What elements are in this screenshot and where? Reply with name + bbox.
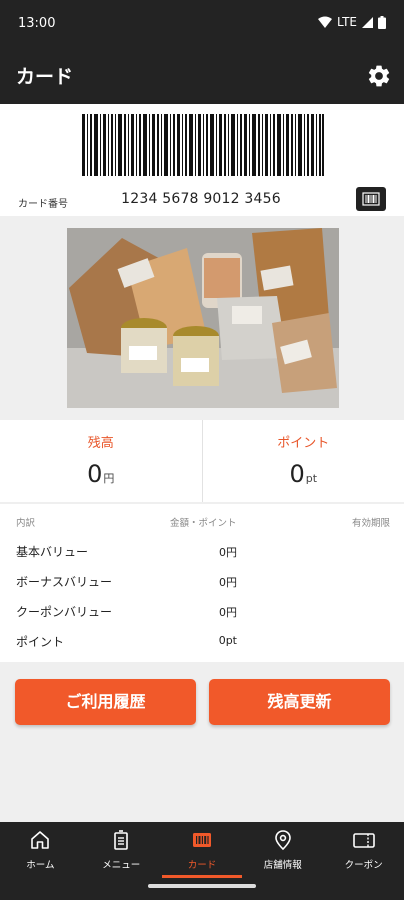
status-icons: LTE [318,15,386,29]
breakdown-table: 内訳 金額・ポイント 有効期限 基本バリュー 0円 ボーナスバリュー 0円 クー… [0,504,404,662]
barcode-panel: カード番号 1234 5678 9012 3456 [0,104,404,216]
nav-card[interactable]: カード [161,822,243,878]
balance-value: 0 [87,460,103,488]
bottom-nav: ホーム メニュー カード 店舗情報 クーポン [0,822,404,878]
refresh-balance-button[interactable]: 残高更新 [209,679,390,725]
home-icon [31,831,50,849]
row-value: 0円 [219,606,237,619]
coupon-icon [352,833,375,848]
barcode-image [82,114,324,176]
header-expiry: 有効期限 [351,518,390,529]
header-amount: 金額・ポイント [170,518,237,529]
barcode-toggle-button[interactable] [356,187,386,211]
row-value: 0円 [219,576,237,589]
product-photo [67,228,339,408]
row-label: 基本バリュー [16,545,89,559]
page-title: カード [16,66,74,88]
points-box: ポイント 0pt [201,420,404,502]
signal-icon [362,16,373,28]
balance-unit: 円 [103,472,115,485]
row-label: ポイント [16,635,65,649]
location-icon [274,830,291,851]
points-unit: pt [305,472,318,485]
nav-store-info[interactable]: 店舗情報 [242,822,323,878]
status-time: 13:00 [18,16,56,31]
balance-box: 残高 0円 [0,420,202,502]
points-value: 0 [289,460,305,488]
usage-history-button[interactable]: ご利用履歴 [15,679,196,725]
battery-icon [378,15,386,29]
row-label: ボーナスバリュー [16,575,113,589]
gear-icon[interactable] [366,63,392,89]
header-detail: 内訳 [16,518,36,529]
balance-label: 残高 [87,436,114,451]
status-bar: 13:00 LTE [0,0,404,48]
row-value: 0円 [219,546,237,559]
nav-menu[interactable]: メニュー [81,822,162,878]
nav-label: メニュー [102,860,141,871]
points-amount: 0pt [203,460,404,488]
nav-label: カード [187,860,217,871]
nav-label: ホーム [26,860,55,871]
wifi-icon [318,16,333,28]
home-gesture-handle[interactable] [148,884,256,888]
balance-summary: 残高 0円 ポイント 0pt [0,420,404,502]
card-number-label: カード番号 [18,199,68,210]
nav-coupon[interactable]: クーポン [323,822,404,878]
system-nav-bar [0,878,404,900]
nav-label: 店舗情報 [263,860,302,871]
points-label: ポイント [277,436,330,451]
row-value: 0pt [218,634,237,647]
nav-label: クーポン [344,860,383,871]
network-type: LTE [337,15,357,29]
card-icon [192,833,211,847]
app-bar: カード [0,48,404,104]
row-label: クーポンバリュー [16,605,113,619]
card-number: 1234 5678 9012 3456 [121,191,281,207]
menu-icon [114,830,128,850]
nav-home[interactable]: ホーム [0,822,81,878]
balance-amount: 0円 [0,460,202,488]
barcode-icon [362,192,380,206]
